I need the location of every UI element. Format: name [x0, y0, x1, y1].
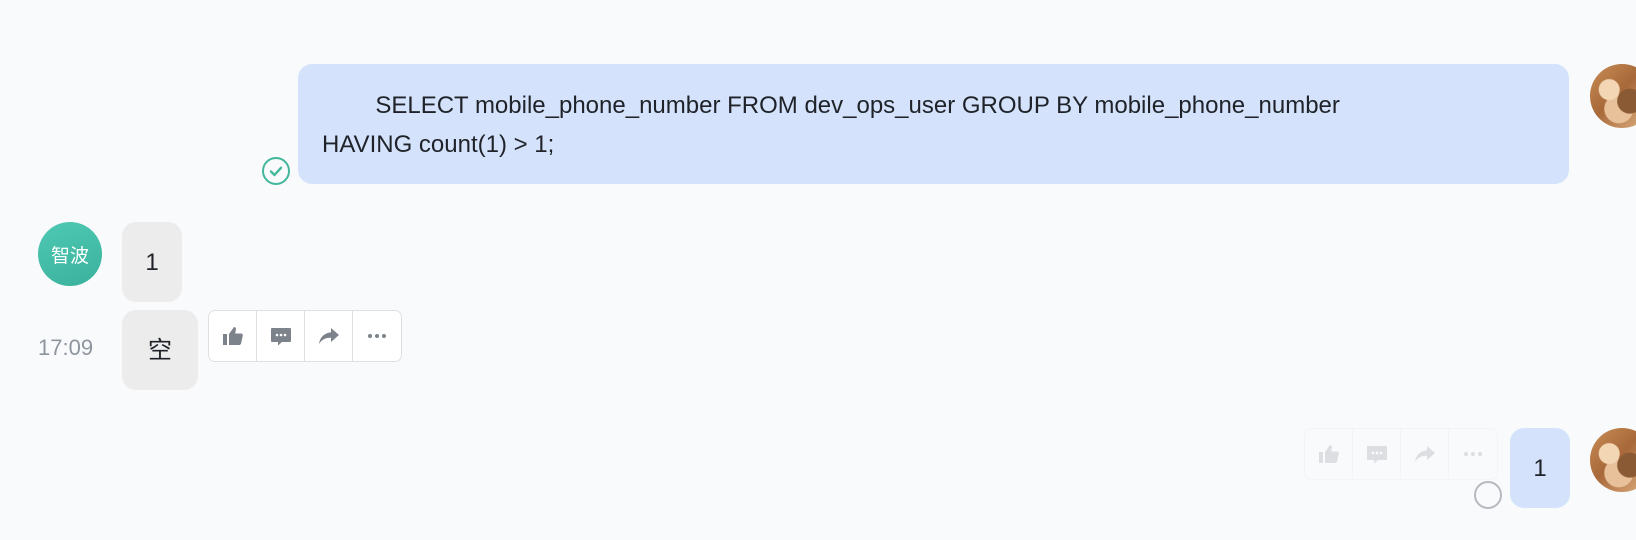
message-action-toolbar [1304, 428, 1498, 480]
more-icon [1464, 452, 1482, 456]
message-timestamp: 17:09 [38, 335, 94, 360]
comment-icon [270, 328, 291, 346]
unread-status-icon [1474, 481, 1502, 509]
reply-message-text: 1 [145, 248, 159, 276]
comment-icon [1366, 446, 1387, 464]
thumbs-up-icon [222, 327, 243, 345]
forward-icon [1414, 446, 1435, 462]
reply-message-bubble[interactable]: 1 [122, 222, 182, 302]
more-button[interactable] [1449, 429, 1497, 479]
like-button[interactable] [1305, 429, 1353, 479]
like-button[interactable] [209, 311, 257, 361]
reply-button[interactable] [1353, 429, 1401, 479]
forward-button[interactable] [1401, 429, 1449, 479]
read-check-icon [262, 157, 290, 185]
self-avatar[interactable] [1590, 64, 1636, 128]
more-icon [368, 334, 386, 338]
contact-avatar[interactable]: 智波 [38, 222, 102, 286]
message-action-toolbar [208, 310, 402, 362]
self-message-text: 1 [1533, 454, 1547, 482]
reply-message-bubble[interactable]: 空 [122, 310, 198, 390]
self-avatar[interactable] [1590, 428, 1636, 492]
contact-avatar-label: 智波 [50, 244, 89, 267]
sql-message-bubble[interactable]: SELECT mobile_phone_number FROM dev_ops_… [298, 64, 1569, 184]
more-button[interactable] [353, 311, 401, 361]
forward-button[interactable] [305, 311, 353, 361]
reply-button[interactable] [257, 311, 305, 361]
sql-message-text: SELECT mobile_phone_number FROM dev_ops_… [322, 92, 1340, 158]
self-message-bubble[interactable]: 1 [1510, 428, 1570, 508]
reply-message-text: 空 [148, 335, 172, 364]
thumbs-up-icon [1318, 445, 1339, 463]
forward-icon [318, 328, 339, 344]
